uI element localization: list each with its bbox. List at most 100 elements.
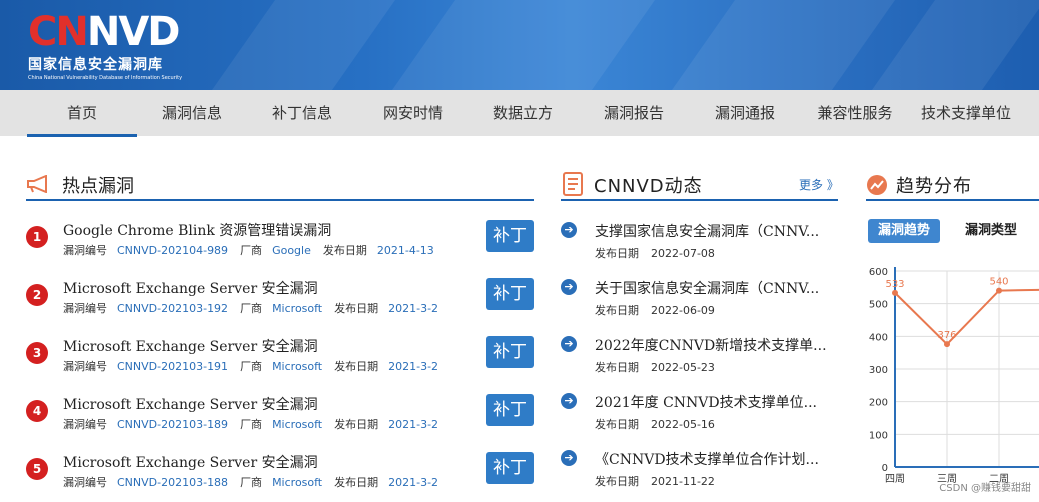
nav-item-data-cube[interactable]: 数据立方 (468, 90, 578, 136)
vuln-id-link[interactable]: CNNVD-202104-989 (117, 244, 228, 257)
arrow-right-icon: ➔ (561, 450, 577, 466)
list-item: ➔ 关于国家信息安全漏洞库（CNNV... 发布日期 2022-06-09 (561, 278, 841, 328)
rank-badge: 5 (26, 458, 48, 480)
news-date: 发布日期 2021-11-22 (595, 475, 715, 488)
news-title-link[interactable]: 支撑国家信息安全漏洞库（CNNV... (595, 221, 819, 241)
nav-item-vuln-info[interactable]: 漏洞信息 (137, 90, 247, 136)
publish-date: 2021-4-13 (376, 244, 434, 257)
y-tick-label: 600 (869, 267, 888, 278)
y-tick-label: 400 (869, 332, 888, 343)
nav-item-tech-support[interactable]: 技术支撑单位 (911, 90, 1021, 136)
news-date: 发布日期 2022-05-23 (595, 361, 715, 374)
trend-divider (866, 199, 1039, 201)
arrow-right-icon: ➔ (561, 336, 577, 352)
news-more-link[interactable]: 更多 》 (799, 176, 839, 193)
site-header: CNNVD 国家信息安全漏洞库 China National Vulnerabi… (0, 0, 1039, 90)
main-nav: 首页 漏洞信息 补丁信息 网安时情 数据立方 漏洞报告 漏洞通报 兼容性服务 技… (0, 90, 1039, 136)
vendor-link[interactable]: Microsoft (272, 418, 322, 431)
vuln-id-link[interactable]: CNNVD-202103-188 (117, 476, 228, 489)
trend-title: 趋势分布 (896, 176, 972, 197)
news-date: 发布日期 2022-06-09 (595, 304, 715, 317)
patch-button[interactable]: 补丁 (486, 220, 534, 252)
patch-button[interactable]: 补丁 (486, 278, 534, 310)
vuln-title-link[interactable]: Microsoft Exchange Server 安全漏洞 (63, 336, 318, 356)
tab-vuln-trend[interactable]: 漏洞趋势 (868, 219, 940, 243)
news-date: 发布日期 2022-05-16 (595, 418, 715, 431)
news-title: CNNVD动态 (594, 176, 703, 197)
nav-item-security-news[interactable]: 网安时情 (358, 90, 468, 136)
document-icon (563, 172, 583, 196)
data-label: 533 (885, 279, 904, 290)
news-title-link[interactable]: 关于国家信息安全漏洞库（CNNV... (595, 278, 819, 298)
vuln-title-link[interactable]: Microsoft Exchange Server 安全漏洞 (63, 394, 318, 414)
news-title-link[interactable]: 2022年度CNNVD新增技术支撑单... (595, 335, 827, 355)
data-point (944, 341, 950, 348)
nav-item-vuln-report[interactable]: 漏洞报告 (579, 90, 689, 136)
patch-button[interactable]: 补丁 (486, 452, 534, 484)
rank-badge: 1 (26, 226, 48, 248)
list-item: 2 Microsoft Exchange Server 安全漏洞 漏洞编号 CNN… (26, 278, 546, 328)
y-tick-label: 0 (882, 463, 888, 474)
vuln-meta: 漏洞编号 CNNVD-202104-989 厂商 Google 发布日期 2021-4-1… (63, 244, 434, 257)
megaphone-icon (26, 174, 52, 194)
publish-date: 2021-3-2 (388, 418, 439, 431)
vuln-id-link[interactable]: CNNVD-202103-192 (117, 302, 228, 315)
cnnvd-logo[interactable]: CNNVD 国家信息安全漏洞库 China National Vulnerabi… (28, 9, 183, 82)
list-item: ➔ 2021年度 CNNVD技术支撑单位... 发布日期 2022-05-16 (561, 392, 841, 442)
arrow-right-icon: ➔ (561, 222, 577, 238)
rank-badge: 2 (26, 284, 48, 306)
logo-mark: CNNVD (28, 9, 180, 55)
vuln-meta: 漏洞编号 CNNVD-202103-189 厂商 Microsoft 发布日期 2021-… (63, 418, 439, 431)
logo-chinese-name: 国家信息安全漏洞库 (28, 57, 163, 73)
patch-button[interactable]: 补丁 (486, 336, 534, 368)
list-item: ➔ 《CNNVD技术支撑单位合作计划... 发布日期 2021-11-22 (561, 449, 841, 499)
list-item: 5 Microsoft Exchange Server 安全漏洞 漏洞编号 CNN… (26, 452, 546, 502)
vendor-link[interactable]: Microsoft (272, 476, 322, 489)
list-item: 3 Microsoft Exchange Server 安全漏洞 漏洞编号 CNN… (26, 336, 546, 386)
nav-item-home[interactable]: 首页 (27, 90, 137, 136)
vendor-link[interactable]: Microsoft (272, 360, 322, 373)
trend-chart-icon (866, 174, 888, 196)
news-date: 发布日期 2022-07-08 (595, 247, 715, 260)
rank-badge: 4 (26, 400, 48, 422)
nav-item-patch-info[interactable]: 补丁信息 (247, 90, 357, 136)
publish-date: 2021-3-2 (388, 476, 439, 489)
data-label: 540 (989, 277, 1008, 288)
vuln-title-link[interactable]: Microsoft Exchange Server 安全漏洞 (63, 278, 318, 298)
publish-date: 2021-3-2 (388, 360, 439, 373)
watermark: CSDN @赚钱要甜甜 (939, 483, 1031, 494)
arrow-right-icon: ➔ (561, 393, 577, 409)
list-item: 4 Microsoft Exchange Server 安全漏洞 漏洞编号 CNN… (26, 394, 546, 444)
y-tick-label: 100 (869, 430, 888, 441)
data-label: 376 (937, 330, 956, 341)
vuln-meta: 漏洞编号 CNNVD-202103-192 厂商 Microsoft 发布日期 2021-… (63, 302, 439, 315)
y-tick-label: 500 (869, 300, 888, 311)
vuln-title-link[interactable]: Google Chrome Blink 资源管理错误漏洞 (63, 220, 331, 240)
logo-english-name: China National Vulnerability Database of… (28, 75, 183, 81)
patch-button[interactable]: 补丁 (486, 394, 534, 426)
vendor-link[interactable]: Google (272, 244, 311, 257)
publish-date: 2021-3-2 (388, 302, 439, 315)
tab-vuln-type[interactable]: 漏洞类型 (955, 219, 1027, 243)
list-item: ➔ 2022年度CNNVD新增技术支撑单... 发布日期 2022-05-23 (561, 335, 841, 385)
list-item: ➔ 支撑国家信息安全漏洞库（CNNV... 发布日期 2022-07-08 (561, 221, 841, 271)
hot-vulns-divider (26, 199, 534, 201)
vuln-id-link[interactable]: CNNVD-202103-189 (117, 418, 228, 431)
vuln-title-link[interactable]: Microsoft Exchange Server 安全漏洞 (63, 452, 318, 472)
news-divider (561, 199, 838, 201)
nav-item-compat-service[interactable]: 兼容性服务 (800, 90, 910, 136)
nav-active-indicator (27, 134, 137, 137)
news-title-link[interactable]: 2021年度 CNNVD技术支撑单位... (595, 392, 817, 412)
rank-badge: 3 (26, 342, 48, 364)
vuln-id-link[interactable]: CNNVD-202103-191 (117, 360, 228, 373)
data-point (892, 289, 898, 296)
vuln-meta: 漏洞编号 CNNVD-202103-191 厂商 Microsoft 发布日期 2021-… (63, 360, 439, 373)
news-title-link[interactable]: 《CNNVD技术支撑单位合作计划... (595, 449, 819, 469)
arrow-right-icon: ➔ (561, 279, 577, 295)
list-item: 1 Google Chrome Blink 资源管理错误漏洞 漏洞编号 CNNVD… (26, 220, 546, 270)
data-point (996, 287, 1002, 294)
nav-item-vuln-bulletin[interactable]: 漏洞通报 (690, 90, 800, 136)
vendor-link[interactable]: Microsoft (272, 302, 322, 315)
x-tick-label: 四周 (885, 473, 905, 485)
vuln-meta: 漏洞编号 CNNVD-202103-188 厂商 Microsoft 发布日期 2021-… (63, 476, 439, 489)
